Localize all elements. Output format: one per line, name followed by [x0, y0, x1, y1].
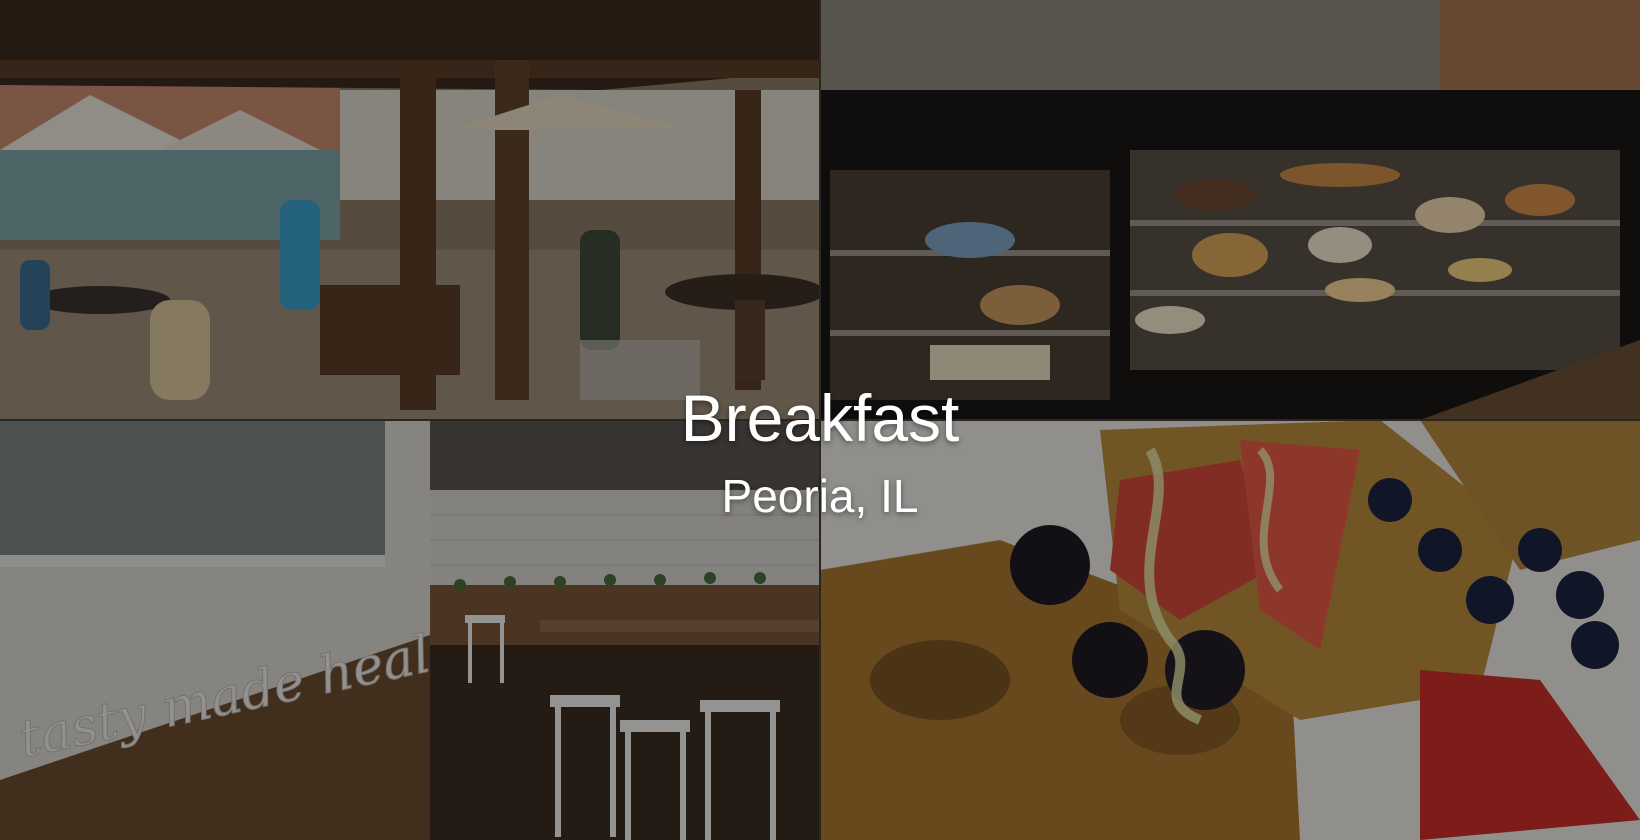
bakery-display-case-photo — [820, 0, 1640, 420]
collage-divider-horizontal — [0, 419, 1640, 421]
interior-wall-sign-photo: tasty made healthy — [0, 420, 430, 840]
dining-room-photo — [430, 420, 820, 840]
french-toast-with-berries-photo — [820, 420, 1640, 840]
outdoor-patio-photo — [0, 0, 820, 420]
hero-collage: tasty made healthy Breakfast Peoria, IL — [0, 0, 1640, 840]
